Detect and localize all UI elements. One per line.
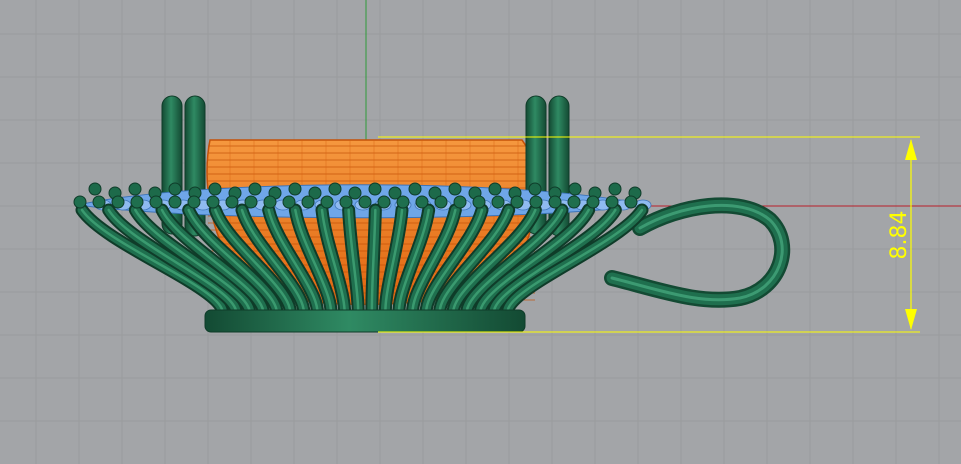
seat-bead (488, 182, 502, 196)
rim-cap (548, 195, 562, 209)
seat-bead (328, 182, 342, 196)
rim-cap (92, 195, 106, 209)
rim-cap (320, 195, 334, 209)
viewport-scene[interactable]: 8.84 (0, 0, 961, 464)
rim-cap (491, 195, 505, 209)
seat-bead (568, 182, 582, 196)
rim-cap (529, 195, 543, 209)
rim-cap (168, 195, 182, 209)
base-rail-bar (204, 309, 526, 333)
seat-bead (88, 182, 102, 196)
rim-cap (453, 195, 467, 209)
seat-bead (288, 182, 302, 196)
rim-cap (244, 195, 258, 209)
rim-cap (206, 195, 220, 209)
rim-cap (263, 195, 277, 209)
rim-cap (73, 195, 87, 209)
seat-bead (528, 182, 542, 196)
rim-cap (282, 195, 296, 209)
seat-bead (248, 182, 262, 196)
rim-cap (472, 195, 486, 209)
dimension-arrow-bottom (905, 309, 917, 330)
seat-bead (208, 182, 222, 196)
seat-bead (348, 186, 362, 200)
rim-cap (358, 195, 372, 209)
rim-cap (339, 195, 353, 209)
rhino-front-viewport[interactable]: 8.84 (0, 0, 961, 464)
base-rail[interactable] (204, 309, 526, 333)
seat-bead (368, 182, 382, 196)
rim-cap (415, 195, 429, 209)
seat-bead (448, 182, 462, 196)
seat-bead (128, 182, 142, 196)
rim-cap (301, 195, 315, 209)
rim-cap (510, 195, 524, 209)
rim-cap (377, 195, 391, 209)
rim-cap (434, 195, 448, 209)
rim-cap (130, 195, 144, 209)
dimension-value: 8.84 (887, 211, 912, 260)
seat-bead (408, 182, 422, 196)
rim-cap (225, 195, 239, 209)
rim-cap (624, 195, 638, 209)
rim-cap (567, 195, 581, 209)
rim-cap (187, 195, 201, 209)
rim-cap (605, 195, 619, 209)
rim-cap (149, 195, 163, 209)
seat-bead (608, 182, 622, 196)
dimension-arrow-top (905, 139, 917, 160)
rim-cap (396, 195, 410, 209)
rim-cap (586, 195, 600, 209)
rim-cap (111, 195, 125, 209)
seat-bead (168, 182, 182, 196)
